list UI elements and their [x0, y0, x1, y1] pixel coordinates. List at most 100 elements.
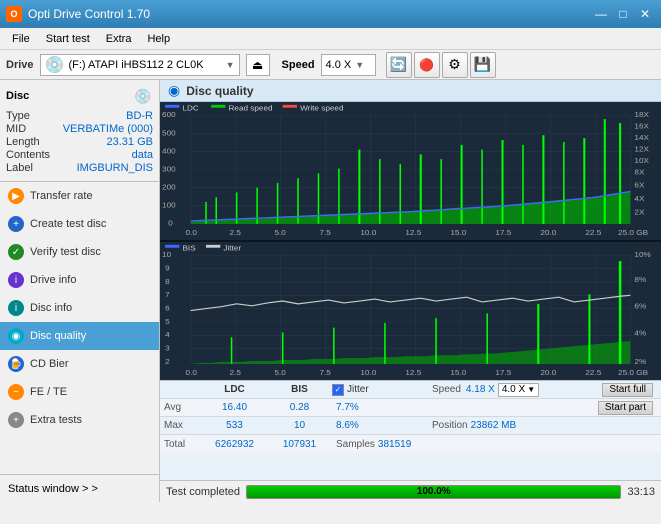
create-test-disc-icon: +: [8, 216, 24, 232]
nav-cd-bier-label: CD Bier: [30, 358, 69, 370]
svg-text:5.0: 5.0: [275, 228, 287, 237]
svg-text:100: 100: [162, 201, 176, 210]
svg-text:8X: 8X: [634, 168, 645, 177]
svg-text:22.5: 22.5: [585, 368, 602, 377]
main-content: Disc 💿 Type BD-R MID VERBATIMe (000) Len…: [0, 80, 661, 502]
svg-text:0.0: 0.0: [186, 228, 198, 237]
avg-bis: 0.28: [267, 402, 332, 413]
minimize-button[interactable]: —: [591, 5, 611, 23]
fe-te-icon: ~: [8, 384, 24, 400]
quality-icon: ◉: [168, 82, 180, 99]
avg-ldc: 16.40: [202, 402, 267, 413]
nav-fe-te[interactable]: ~ FE / TE: [0, 378, 159, 406]
svg-text:BIS: BIS: [182, 244, 195, 253]
nav-items: ▶ Transfer rate + Create test disc ✓ Ver…: [0, 182, 159, 474]
nav-create-test-disc[interactable]: + Create test disc: [0, 210, 159, 238]
close-button[interactable]: ✕: [635, 5, 655, 23]
nav-drive-info-label: Drive info: [30, 274, 76, 286]
menu-file[interactable]: File: [4, 31, 38, 47]
status-window-button[interactable]: Status window > >: [0, 474, 159, 502]
svg-text:6: 6: [165, 304, 170, 313]
svg-text:20.0: 20.0: [540, 368, 557, 377]
nav-drive-info[interactable]: i Drive info: [0, 266, 159, 294]
save-button[interactable]: 💾: [470, 52, 496, 78]
svg-text:6X: 6X: [634, 181, 645, 190]
nav-cd-bier[interactable]: 🍺 CD Bier: [0, 350, 159, 378]
svg-text:5.0: 5.0: [275, 368, 287, 377]
svg-text:10.0: 10.0: [360, 368, 377, 377]
svg-text:2X: 2X: [634, 208, 645, 217]
svg-text:200: 200: [162, 183, 176, 192]
refresh-button[interactable]: 🔄: [386, 52, 412, 78]
jitter-label: Jitter: [347, 384, 369, 395]
svg-text:Jitter: Jitter: [223, 244, 241, 253]
time-text: 33:13: [627, 486, 655, 498]
label-value: IMGBURN_DIS: [77, 162, 153, 174]
mid-label: MID: [6, 123, 26, 135]
nav-disc-quality[interactable]: ◉ Disc quality: [0, 322, 159, 350]
contents-label: Contents: [6, 149, 50, 161]
disc-info-icon: i: [8, 300, 24, 316]
nav-fe-te-label: FE / TE: [30, 386, 67, 398]
nav-disc-info[interactable]: i Disc info: [0, 294, 159, 322]
start-full-button[interactable]: Start full: [602, 383, 653, 397]
disc-type-row: Type BD-R: [6, 110, 153, 122]
extra-tests-icon: +: [8, 412, 24, 428]
svg-text:10X: 10X: [634, 156, 649, 165]
drive-selector[interactable]: 💿 (F:) ATAPI iHBS112 2 CL0K ▼: [40, 54, 240, 76]
speed-target-selector[interactable]: 4.0 X ▼: [498, 383, 539, 397]
svg-text:400: 400: [162, 147, 176, 156]
maximize-button[interactable]: □: [613, 5, 633, 23]
upper-chart: LDC Read speed Write speed: [160, 102, 661, 240]
title-bar: O Opti Drive Control 1.70 — □ ✕: [0, 0, 661, 28]
max-label: Max: [164, 420, 202, 431]
svg-text:10: 10: [162, 250, 172, 259]
nav-verify-test-disc[interactable]: ✓ Verify test disc: [0, 238, 159, 266]
svg-text:2.5: 2.5: [230, 228, 242, 237]
drive-info-icon: i: [8, 272, 24, 288]
contents-value: data: [132, 149, 153, 161]
nav-extra-tests[interactable]: + Extra tests: [0, 406, 159, 434]
svg-text:18X: 18X: [634, 110, 649, 119]
burn-button[interactable]: 🔴: [414, 52, 440, 78]
svg-text:7.5: 7.5: [320, 368, 332, 377]
menu-extra[interactable]: Extra: [98, 31, 140, 47]
svg-text:15.0: 15.0: [450, 228, 467, 237]
menu-help[interactable]: Help: [139, 31, 178, 47]
svg-text:2%: 2%: [634, 357, 646, 366]
sidebar: Disc 💿 Type BD-R MID VERBATIMe (000) Len…: [0, 80, 160, 502]
svg-text:500: 500: [162, 129, 176, 138]
verify-test-disc-icon: ✓: [8, 244, 24, 260]
speed-label: Speed: [282, 59, 315, 71]
disc-mid-row: MID VERBATIMe (000): [6, 123, 153, 135]
svg-text:Write speed: Write speed: [300, 104, 343, 113]
drive-bar: Drive 💿 (F:) ATAPI iHBS112 2 CL0K ▼ ⏏ Sp…: [0, 50, 661, 80]
nav-transfer-rate[interactable]: ▶ Transfer rate: [0, 182, 159, 210]
svg-text:300: 300: [162, 165, 176, 174]
svg-text:14X: 14X: [634, 133, 649, 142]
svg-text:600: 600: [162, 110, 176, 119]
length-value: 23.31 GB: [107, 136, 153, 148]
jitter-checkbox[interactable]: ✓: [332, 384, 344, 396]
start-part-button[interactable]: Start part: [598, 401, 653, 415]
menu-start-test[interactable]: Start test: [38, 31, 98, 47]
total-ldc: 6262932: [202, 439, 267, 450]
max-jitter: 8.6%: [332, 420, 432, 431]
svg-text:12X: 12X: [634, 145, 649, 154]
stats-buttons: Start full: [602, 383, 657, 397]
svg-text:9: 9: [165, 264, 170, 273]
speed-selector[interactable]: 4.0 X ▼: [321, 54, 376, 76]
drive-eject-button[interactable]: ⏏: [246, 54, 270, 76]
svg-text:0: 0: [168, 219, 173, 228]
svg-text:25.0 GB: 25.0 GB: [618, 228, 648, 237]
mid-value: VERBATIMe (000): [63, 123, 153, 135]
ldc-header: LDC: [202, 384, 267, 395]
disc-panel: Disc 💿 Type BD-R MID VERBATIMe (000) Len…: [0, 80, 159, 182]
svg-text:7.5: 7.5: [320, 228, 332, 237]
svg-text:2.5: 2.5: [230, 368, 242, 377]
disc-icon[interactable]: 💿: [133, 86, 153, 106]
progress-percent: 100.0%: [417, 486, 451, 497]
disc-contents-row: Contents data: [6, 149, 153, 161]
quality-header: ◉ Disc quality: [160, 80, 661, 102]
settings-button[interactable]: ⚙: [442, 52, 468, 78]
